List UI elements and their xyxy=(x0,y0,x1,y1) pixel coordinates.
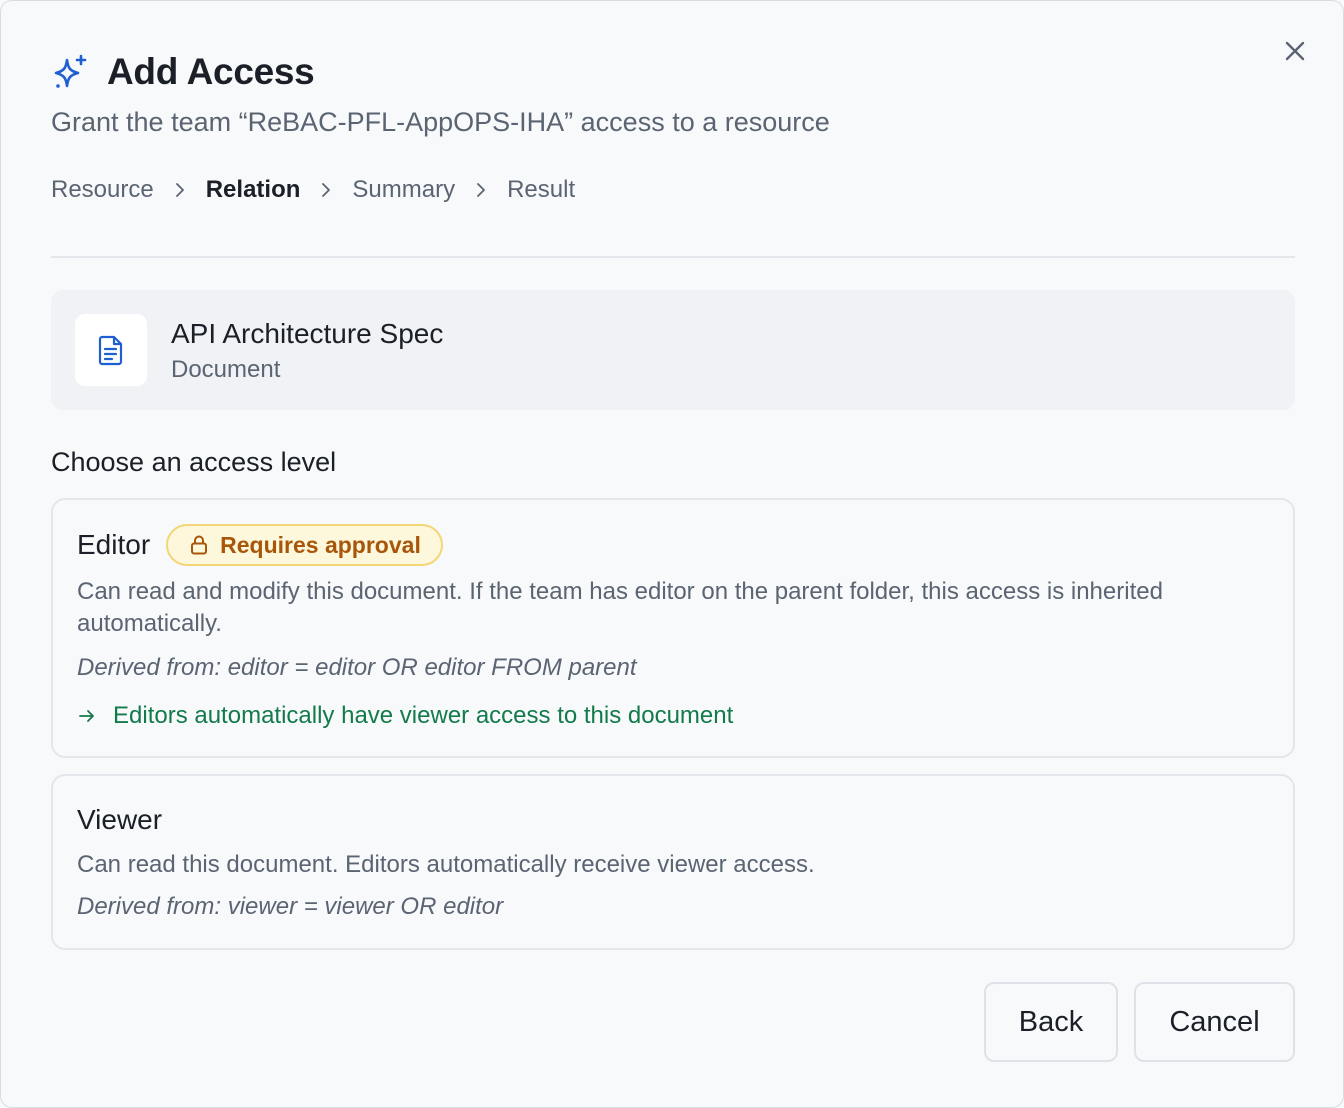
dialog-subtitle: Grant the team “ReBAC-PFL-AppOPS-IHA” ac… xyxy=(51,107,830,137)
step-breadcrumb: Resource Relation Summary Result xyxy=(51,176,575,204)
close-button[interactable] xyxy=(1281,37,1309,65)
dialog-header: Add Access xyxy=(51,51,315,93)
option-derivation: Derived from: viewer = viewer OR editor xyxy=(77,893,504,920)
option-description: Can read and modify this document. If th… xyxy=(77,578,1163,637)
access-level-heading: Choose an access level xyxy=(51,447,337,477)
option-header: Viewer xyxy=(77,804,162,836)
selected-resource-card: API Architecture Spec Document xyxy=(51,290,1295,410)
resource-name: API Architecture Spec xyxy=(171,318,444,349)
access-option-viewer[interactable]: Viewer Can read this document. Editors a… xyxy=(51,774,1295,950)
add-access-dialog: Add Access Grant the team “ReBAC-PFL-App… xyxy=(0,0,1344,1108)
dialog-title: Add Access xyxy=(107,51,315,92)
step-relation[interactable]: Relation xyxy=(206,176,301,204)
option-derivation: Derived from: editor = editor OR editor … xyxy=(77,654,637,681)
option-note: Editors automatically have viewer access… xyxy=(77,702,733,730)
option-header: Editor Requires approval xyxy=(77,524,443,566)
document-icon xyxy=(75,314,147,386)
option-description: Can read this document. Editors automati… xyxy=(77,851,815,878)
resource-type: Document xyxy=(171,356,281,383)
close-icon xyxy=(1285,41,1305,61)
access-option-editor[interactable]: Editor Requires approval Can read and mo… xyxy=(51,498,1295,758)
cancel-button[interactable]: Cancel xyxy=(1134,982,1295,1062)
option-title: Editor xyxy=(77,529,151,560)
lock-icon xyxy=(188,534,210,556)
requires-approval-badge: Requires approval xyxy=(166,524,443,566)
note-text: Editors automatically have viewer access… xyxy=(113,702,734,729)
arrow-right-icon xyxy=(77,705,99,727)
step-summary[interactable]: Summary xyxy=(352,176,455,204)
header-divider xyxy=(51,256,1295,258)
chevron-right-icon xyxy=(174,182,186,198)
option-title: Viewer xyxy=(77,804,163,835)
sparkles-icon xyxy=(51,52,91,92)
back-button[interactable]: Back xyxy=(984,982,1118,1062)
badge-label: Requires approval xyxy=(220,531,421,558)
step-result[interactable]: Result xyxy=(507,176,575,204)
step-resource[interactable]: Resource xyxy=(51,176,154,204)
chevron-right-icon xyxy=(320,182,332,198)
chevron-right-icon xyxy=(475,182,487,198)
